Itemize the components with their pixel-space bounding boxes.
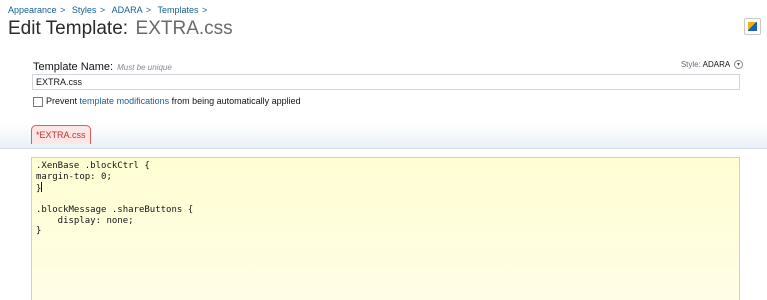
- template-name-hint: Must be unique: [117, 63, 172, 72]
- style-value: ADARA: [702, 60, 730, 69]
- style-selector[interactable]: Style: ADARA ▾: [680, 60, 743, 70]
- template-name-input[interactable]: [32, 74, 740, 90]
- breadcrumb-item-appearance[interactable]: Appearance >: [8, 5, 65, 15]
- breadcrumb: Appearance > Styles > ADARA > Templates …: [8, 5, 211, 15]
- code-editor[interactable]: .XenBase .blockCtrl {margin-top: 0;} .bl…: [31, 157, 740, 300]
- code-content[interactable]: .XenBase .blockCtrl {margin-top: 0;} .bl…: [36, 161, 193, 237]
- template-name-label: Template Name: Must be unique: [33, 61, 172, 73]
- code-line[interactable]: }: [36, 226, 193, 237]
- tab-extra-css[interactable]: *EXTRA.css: [31, 125, 91, 144]
- style-label: Style:: [680, 60, 701, 69]
- code-line[interactable]: .blockMessage .shareButtons {: [36, 205, 193, 216]
- breadcrumb-item-adara[interactable]: ADARA >: [112, 5, 151, 15]
- code-line[interactable]: margin-top: 0;: [36, 172, 193, 183]
- page-title-filename: EXTRA.css: [135, 18, 233, 39]
- breadcrumb-item-styles[interactable]: Styles >: [72, 5, 105, 15]
- chevron-down-icon[interactable]: ▾: [734, 60, 743, 70]
- prevent-modifications-checkbox[interactable]: [33, 96, 43, 107]
- code-line[interactable]: }: [36, 182, 193, 195]
- breadcrumb-item-templates[interactable]: Templates >: [157, 5, 207, 15]
- prevent-modifications-row: Prevent template modifications from bein…: [33, 96, 301, 107]
- page-title: Edit Template: EXTRA.css: [8, 18, 233, 46]
- code-line[interactable]: display: none;: [36, 216, 193, 227]
- template-modifications-link[interactable]: template modifications: [80, 96, 170, 106]
- code-line[interactable]: [36, 195, 193, 206]
- style-properties-icon[interactable]: [744, 18, 761, 35]
- code-line[interactable]: .XenBase .blockCtrl {: [36, 161, 193, 172]
- tab-bar: [0, 124, 767, 149]
- page-title-label: Edit Template:: [8, 18, 129, 39]
- text-caret: [41, 182, 43, 192]
